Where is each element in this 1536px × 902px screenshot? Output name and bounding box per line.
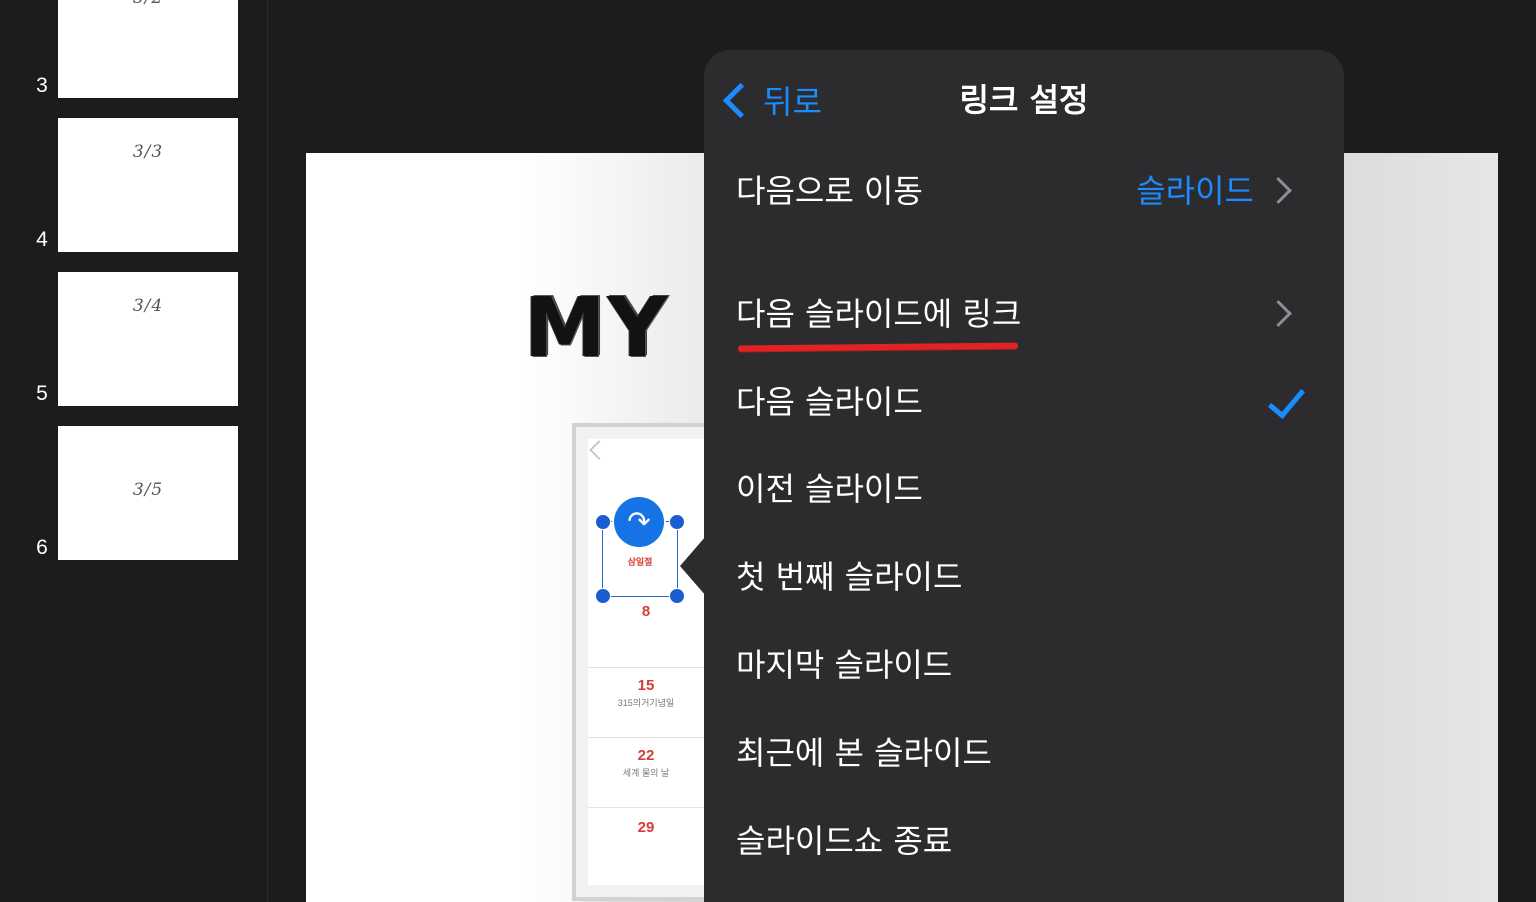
- option-previous-slide[interactable]: 이전 슬라이드: [736, 461, 1312, 517]
- calendar-divider: [588, 667, 716, 668]
- checkmark-icon: [1267, 379, 1306, 420]
- slide-thumbnail-3[interactable]: 3/2 3: [0, 0, 267, 98]
- thumbnail-handwritten-label: 3/3: [132, 142, 164, 162]
- thumbnail-handwritten-label: 3/2: [58, 0, 238, 8]
- option-recently-viewed-slide[interactable]: 최근에 본 슬라이드: [736, 725, 1312, 781]
- option-last-slide[interactable]: 마지막 슬라이드: [736, 637, 1312, 693]
- slide-number: 5: [36, 382, 48, 405]
- slide-thumbnail-5[interactable]: 3/4 5: [0, 272, 267, 406]
- slide-thumbnail-image[interactable]: 3/4: [58, 272, 238, 406]
- calendar-event: 세계 물의 날: [622, 768, 670, 778]
- option-next-slide[interactable]: 다음 슬라이드: [736, 374, 1312, 430]
- option-label: 첫 번째 슬라이드: [736, 558, 963, 596]
- slide-thumbnail-image[interactable]: 3/3: [58, 118, 238, 252]
- option-label: 다음 슬라이드: [736, 383, 923, 421]
- calendar-day: 8: [641, 603, 651, 620]
- option-end-slideshow[interactable]: 슬라이드쇼 종료: [736, 813, 1312, 869]
- calendar-day: 15: [637, 677, 655, 694]
- move-to-row[interactable]: 다음으로 이동 슬라이드: [736, 163, 1312, 219]
- resize-handle-bottom-left[interactable]: [595, 588, 611, 604]
- calendar-divider: [588, 737, 716, 738]
- resize-handle-top-right[interactable]: [669, 514, 685, 530]
- link-to-slide-label: 다음 슬라이드에 링크: [736, 295, 1022, 333]
- slide-number: 6: [36, 536, 48, 559]
- thumbnail-handwritten-label: 3/5: [132, 480, 164, 500]
- popover-title: 링크 설정: [959, 81, 1089, 119]
- slide-number: 4: [36, 228, 48, 251]
- resize-handle-top-left[interactable]: [595, 514, 611, 530]
- popover-arrow: [680, 536, 706, 596]
- link-arrow-icon[interactable]: ↷: [614, 497, 664, 547]
- selected-holiday-label: 삼일절: [627, 557, 653, 567]
- thumbnail-handwritten-label: 3/4: [132, 296, 164, 316]
- option-label: 이전 슬라이드: [736, 470, 923, 508]
- chevron-right-icon: [1265, 177, 1292, 204]
- slide-thumbnail-6[interactable]: 3/5 6: [0, 426, 267, 560]
- move-to-label: 다음으로 이동: [736, 172, 923, 210]
- calendar-cell: 15 315의거기념일: [588, 677, 704, 709]
- link-settings-popover: 뒤로 링크 설정 다음으로 이동 슬라이드 다음 슬라이드에 링크 다음 슬라이…: [680, 50, 1344, 902]
- option-label: 슬라이드쇼 종료: [736, 822, 953, 860]
- chevron-right-icon: [1265, 300, 1292, 327]
- move-to-value: 슬라이드: [1136, 172, 1254, 210]
- link-to-slide-row[interactable]: 다음 슬라이드에 링크: [736, 286, 1312, 342]
- slide-thumbnail-image[interactable]: 3/5: [58, 426, 238, 560]
- calendar-day: 22: [637, 747, 655, 764]
- slide-thumbnail-image[interactable]: 3/2: [58, 0, 238, 98]
- calendar-divider: [588, 807, 716, 808]
- slide-number: 3: [36, 74, 48, 97]
- red-annotation-underline: [737, 342, 1019, 352]
- option-label: 마지막 슬라이드: [736, 646, 953, 684]
- calendar-day: 29: [637, 819, 655, 836]
- slide-thumbnail-4[interactable]: 3/3 4: [0, 118, 267, 252]
- option-first-slide[interactable]: 첫 번째 슬라이드: [736, 549, 1312, 605]
- calendar-cell: 22 세계 물의 날: [588, 747, 704, 779]
- slide-navigator: 3/2 3 3/3 4 3/4 5 3/5 6: [0, 0, 268, 902]
- calendar-cell: 29: [588, 819, 704, 836]
- slide-title-text[interactable]: MY: [524, 281, 669, 376]
- calendar-event: 315의거기념일: [617, 698, 675, 708]
- option-label: 최근에 본 슬라이드: [736, 734, 992, 772]
- calendar-cell: 8: [588, 603, 704, 620]
